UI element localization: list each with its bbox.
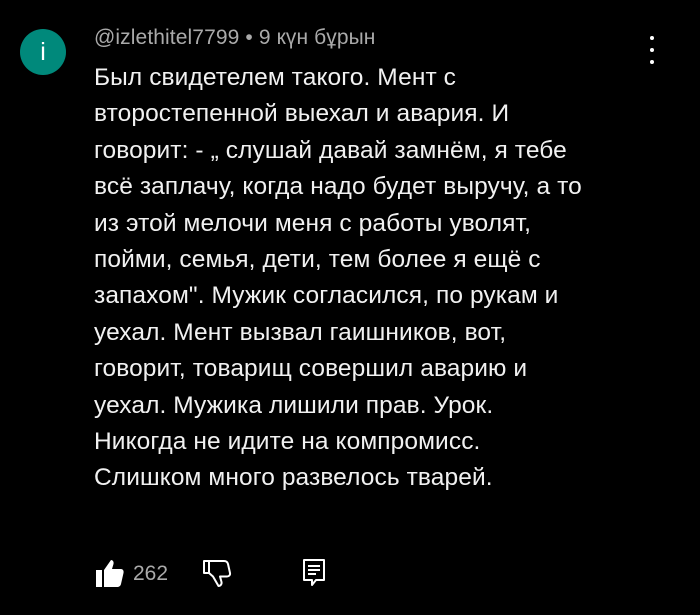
reply-comment-icon: [303, 559, 325, 586]
comment-actions: 262: [94, 557, 494, 591]
meta-separator: •: [245, 26, 253, 49]
comment-meta: @izlethitel7799 • 9 күн бұрын: [94, 26, 376, 50]
comment-time[interactable]: 9 күн бұрын: [259, 26, 376, 49]
author-name[interactable]: @izlethitel7799: [94, 26, 239, 49]
like-count: 262: [133, 562, 169, 585]
comment: i @izlethitel7799 • 9 күн бұрын Был свидет…: [0, 0, 700, 615]
more-dot: [650, 48, 654, 52]
avatar-letter: i: [40, 37, 46, 66]
avatar[interactable]: i: [20, 29, 66, 75]
like-button[interactable]: [94, 557, 126, 589]
dislike-button[interactable]: [201, 557, 233, 589]
more-dot: [650, 36, 654, 40]
comment-text: Был свидетелем такого. Мент с второстепе…: [94, 64, 582, 492]
reply-button[interactable]: [299, 557, 329, 589]
thumbs-up-icon: [96, 560, 124, 587]
thumbs-down-icon: [203, 560, 232, 587]
